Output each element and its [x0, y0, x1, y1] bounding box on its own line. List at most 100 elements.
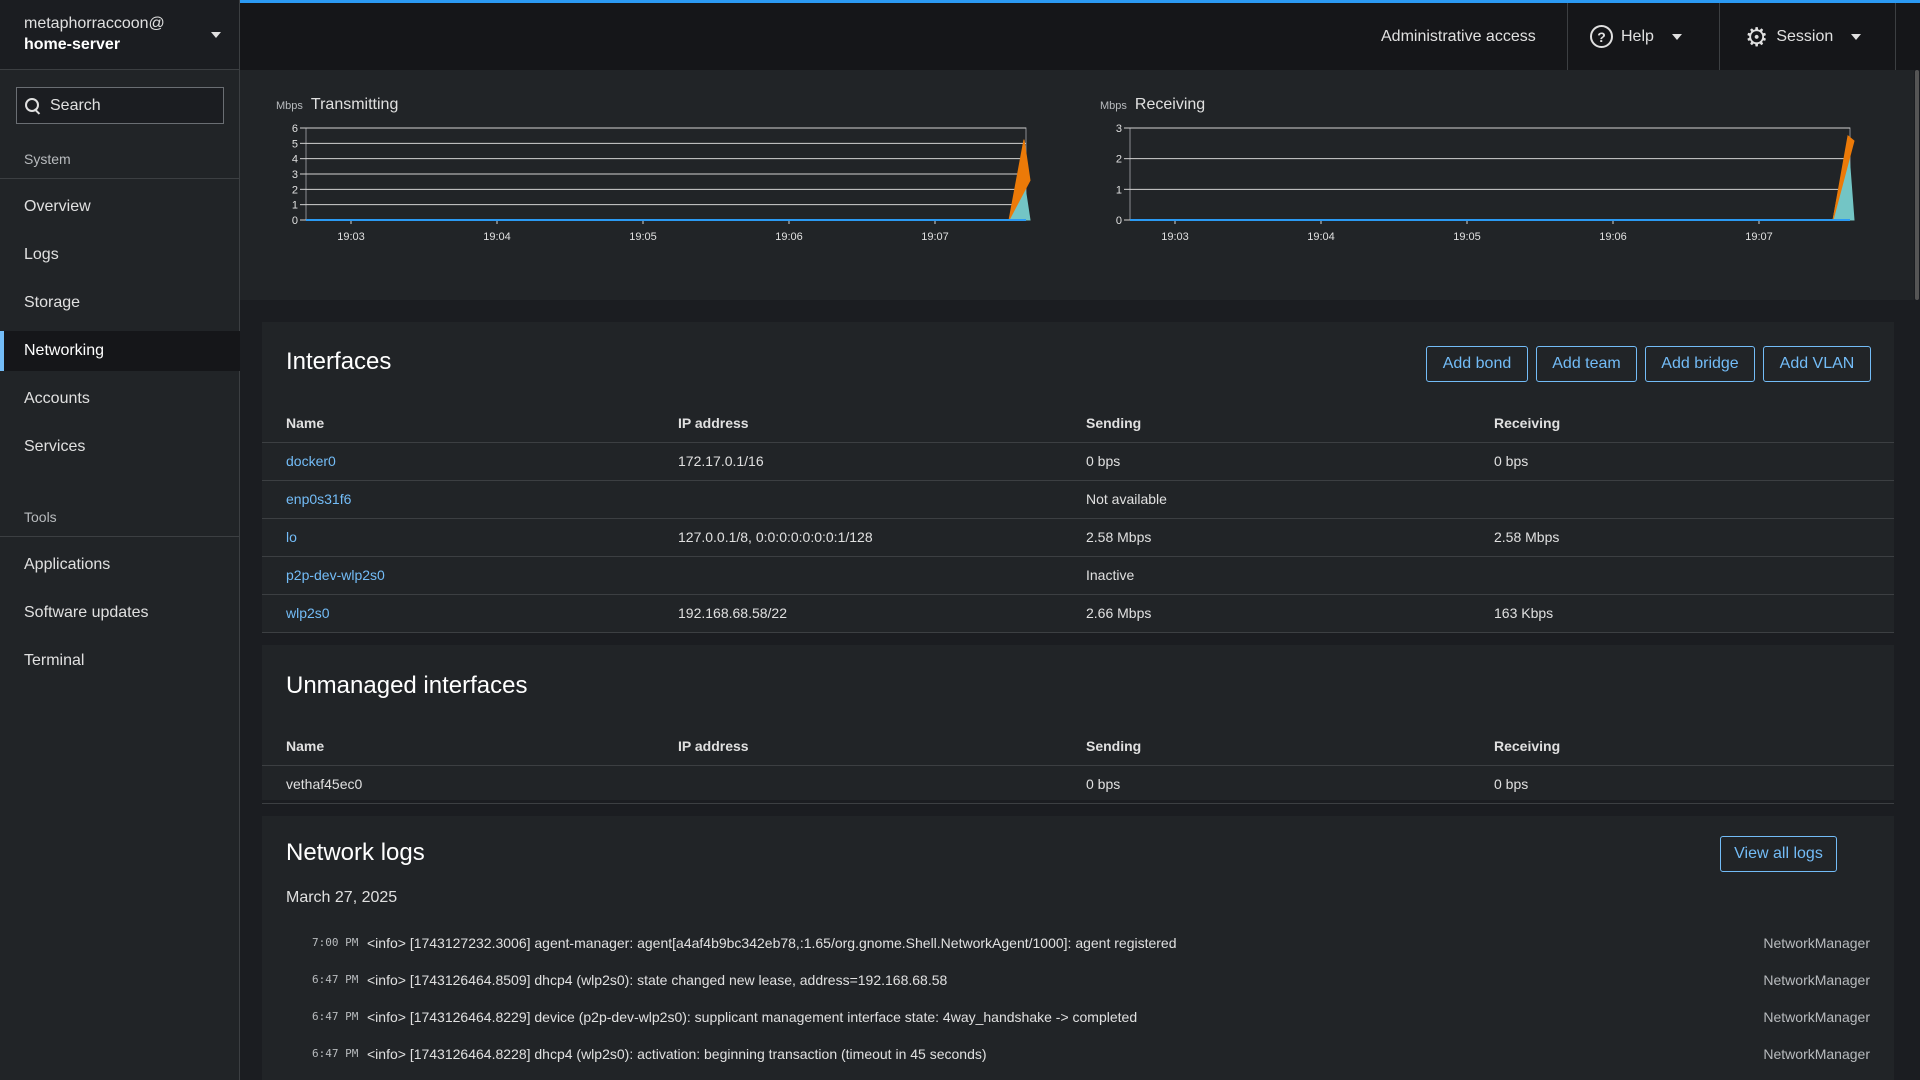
help-label: Help: [1621, 27, 1654, 45]
sidebar-item-terminal[interactable]: Terminal: [0, 641, 240, 681]
column-header-receiving[interactable]: Receiving: [1494, 727, 1894, 766]
transmitting-chart: 0 1 2 3 4 5 6 19:03 19:04 19:05 19:06 19:07: [292, 123, 1031, 243]
interface-link-lo[interactable]: lo: [286, 529, 297, 545]
x-tick-label: 19:07: [921, 231, 949, 243]
interface-receiving-cell: [1494, 556, 1894, 595]
administrative-access-button[interactable]: Administrative access: [1381, 3, 1536, 70]
search-box[interactable]: [16, 87, 224, 124]
unmanaged-interfaces-table: Name IP address Sending Receiving vethaf…: [262, 727, 1894, 804]
interface-sending-cell: 2.58 Mbps: [1086, 518, 1494, 557]
search-input[interactable]: [50, 96, 200, 115]
table-row[interactable]: enp0s31f6 Not available: [262, 480, 1894, 519]
nav-section-system: System: [24, 151, 71, 167]
column-header-name[interactable]: Name: [262, 404, 678, 443]
column-header-ip-address[interactable]: IP address: [678, 727, 1086, 766]
main-scrollbar[interactable]: [1914, 70, 1920, 1080]
sidebar-item-software-updates[interactable]: Software updates: [0, 593, 240, 633]
add-bridge-button[interactable]: Add bridge: [1645, 346, 1755, 382]
y-tick-label: 1: [1116, 184, 1122, 196]
log-source: NetworkManager: [1763, 934, 1870, 951]
chevron-down-icon: [1851, 33, 1862, 40]
sidebar-item-label: Applications: [24, 556, 111, 573]
receiving-title: Receiving: [1134, 96, 1206, 113]
topbar-divider: [1895, 3, 1896, 70]
nav-divider: [0, 536, 240, 537]
column-header-sending[interactable]: Sending: [1086, 404, 1494, 443]
y-tick-label: 2: [292, 184, 298, 196]
y-tick-label: 2: [1116, 154, 1122, 166]
chevron-down-icon: [1671, 33, 1682, 40]
log-message: <info> [1743126464.8229] device (p2p-dev…: [367, 1008, 1138, 1025]
add-team-button[interactable]: Add team: [1536, 346, 1637, 382]
sidebar-item-applications[interactable]: Applications: [0, 545, 240, 585]
log-time: 6:47 PM: [312, 1010, 359, 1023]
column-header-ip-address[interactable]: IP address: [678, 404, 1086, 443]
administrative-access-label: Administrative access: [1381, 27, 1536, 45]
table-row[interactable]: docker0 172.17.0.1/16 0 bps 0 bps: [262, 442, 1894, 481]
series-area-1: [306, 139, 1031, 221]
interfaces-title: Interfaces: [286, 348, 392, 375]
log-time: 7:00 PM: [312, 936, 359, 949]
interface-ip-cell: 172.17.0.1/16: [678, 442, 1086, 481]
help-menu[interactable]: ? Help: [1590, 3, 1682, 70]
interface-link-wlp2s0[interactable]: wlp2s0: [286, 605, 330, 621]
column-header-sending[interactable]: Sending: [1086, 727, 1494, 766]
interface-ip-cell: [678, 480, 1086, 519]
log-entry[interactable]: 7:00 PM <info> [1743127232.3006] agent-m…: [262, 924, 1894, 961]
transmitting-graph-title: Mbps Transmitting: [276, 96, 398, 114]
x-tick-label: 19:04: [1307, 231, 1335, 243]
view-all-logs-button[interactable]: View all logs: [1720, 836, 1837, 872]
log-entry[interactable]: 6:47 PM <info> [1743126464.8229] device …: [262, 998, 1894, 1035]
host-server: home-server: [24, 36, 121, 53]
table-row[interactable]: wlp2s0 192.168.68.58/22 2.66 Mbps 163 Kb…: [262, 594, 1894, 633]
host-user: metaphorraccoon@: [24, 15, 165, 32]
y-tick-label: 3: [1116, 123, 1122, 135]
sidebar-item-accounts[interactable]: Accounts: [0, 379, 240, 419]
interfaces-table: Name IP address Sending Receiving docker…: [262, 404, 1894, 633]
sidebar-item-networking[interactable]: Networking: [0, 331, 240, 371]
sidebar-item-overview[interactable]: Overview: [0, 187, 240, 227]
log-entry[interactable]: 6:47 PM <info> [1743126464.8228] dhcp4 (…: [262, 1035, 1894, 1072]
sidebar-item-services[interactable]: Services: [0, 427, 240, 467]
help-icon: ?: [1590, 25, 1613, 48]
column-header-name[interactable]: Name: [262, 727, 678, 766]
y-tick-label: 4: [292, 154, 298, 166]
sidebar-item-label: Storage: [24, 294, 81, 311]
x-tick-label: 19:03: [1161, 231, 1189, 243]
log-entry[interactable]: 6:47 PM <info> [1743126464.8509] dhcp4 (…: [262, 961, 1894, 998]
session-label: Session: [1776, 27, 1834, 45]
transmitting-unit: Mbps: [276, 100, 303, 112]
host-switcher[interactable]: metaphorraccoon@ home-server: [0, 0, 239, 70]
log-source: NetworkManager: [1763, 971, 1870, 988]
scrollbar-thumb[interactable]: [1915, 70, 1919, 300]
topbar-divider: [1567, 3, 1568, 70]
interface-ip-cell: 192.168.68.58/22: [678, 594, 1086, 633]
sidebar-item-logs[interactable]: Logs: [0, 235, 240, 275]
main-content: Mbps Transmitting 0 1 2 3 4 5 6 19:03 19:04 19:05…: [240, 70, 1920, 1080]
table-row[interactable]: lo 127.0.0.1/8, 0:0:0:0:0:0:0:1/128 2.58…: [262, 518, 1894, 557]
column-header-receiving[interactable]: Receiving: [1494, 404, 1894, 443]
interface-link-docker0[interactable]: docker0: [286, 453, 336, 469]
sidebar: metaphorraccoon@ home-server System Over…: [0, 0, 240, 1080]
table-row[interactable]: p2p-dev-wlp2s0 Inactive: [262, 556, 1894, 595]
sidebar-item-label: Accounts: [24, 390, 90, 407]
interface-sending-cell: 0 bps: [1086, 442, 1494, 481]
log-message: <info> [1743127232.3006] agent-manager: …: [367, 934, 1177, 951]
add-vlan-button[interactable]: Add VLAN: [1763, 346, 1871, 382]
interface-ip-cell: 127.0.0.1/8, 0:0:0:0:0:0:0:1/128: [678, 518, 1086, 557]
log-message: <info> [1743126464.8228] dhcp4 (wlp2s0):…: [367, 1045, 987, 1062]
interface-name-cell: enp0s31f6: [262, 480, 678, 519]
interface-receiving-cell: 0 bps: [1494, 765, 1894, 804]
interface-link-p2p-dev-wlp2s0[interactable]: p2p-dev-wlp2s0: [286, 567, 385, 583]
session-menu[interactable]: ⚙ Session: [1745, 3, 1862, 70]
interface-name-cell: docker0: [262, 442, 678, 481]
log-message: <info> [1743126464.8509] dhcp4 (wlp2s0):…: [367, 971, 948, 988]
add-bond-button[interactable]: Add bond: [1426, 346, 1528, 382]
series-area-0: [1130, 140, 1855, 221]
interface-name-cell: lo: [262, 518, 678, 557]
interface-link-enp0s31f6[interactable]: enp0s31f6: [286, 491, 351, 507]
x-tick-label: 19:03: [337, 231, 365, 243]
network-logs-title: Network logs: [286, 839, 425, 866]
receiving-graph-title: Mbps Receiving: [1100, 96, 1205, 114]
sidebar-item-storage[interactable]: Storage: [0, 283, 240, 323]
